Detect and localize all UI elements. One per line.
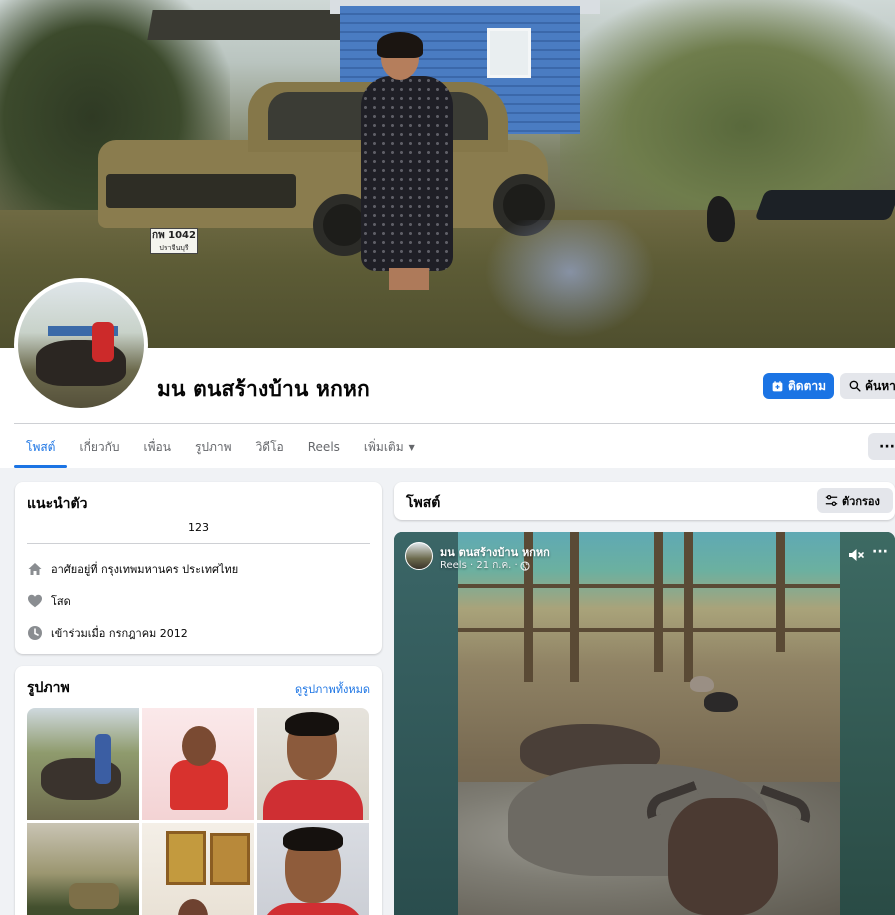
filter-icon [825, 495, 838, 506]
tab-label: เพิ่มเติม [363, 439, 404, 454]
photo-thumbnail[interactable] [142, 823, 254, 915]
reel-post[interactable]: มน ตนสร้างบ้าน หกหก Reels · 21 ก.ค. · ··… [394, 532, 895, 915]
tab-label: Reels [307, 440, 340, 454]
cover-house-window [487, 28, 531, 78]
posts-header-card: โพสต์ ตัวกรอง [394, 482, 895, 520]
reel-blur-right [840, 532, 895, 915]
intro-divider [27, 543, 370, 544]
joined-text: เข้าร่วมเมื่อ กรกฎาคม 2012 [51, 627, 188, 640]
tab-friends[interactable]: เพื่อน [132, 426, 183, 468]
globe-icon [520, 560, 530, 571]
tab-photos[interactable]: รูปภาพ [183, 426, 244, 468]
intro-bio: 123 [188, 521, 209, 534]
tab-reels[interactable]: Reels [296, 426, 352, 468]
cover-photo[interactable]: กพ 1042 ปราจีนบุรี [0, 0, 895, 348]
reel-bird [690, 676, 714, 692]
reel-meta: Reels · 21 ก.ค. · [440, 558, 530, 573]
plate-number: กพ 1042 [152, 230, 196, 241]
photo-thumbnail[interactable] [257, 708, 369, 820]
heart-icon [27, 593, 43, 609]
posts-title: โพสต์ [406, 495, 441, 511]
photos-card: รูปภาพ ดูรูปภาพทั้งหมด [15, 666, 382, 915]
relationship-text: โสด [51, 595, 71, 608]
cover-person [355, 32, 455, 291]
mute-icon[interactable] [847, 546, 865, 564]
search-icon [849, 380, 861, 392]
fence-post [570, 532, 579, 682]
tab-label: รูปภาพ [194, 439, 232, 454]
tab-about[interactable]: เกี่ยวกับ [67, 426, 131, 468]
tab-posts[interactable]: โพสต์ [14, 426, 68, 468]
profile-avatar[interactable] [14, 278, 148, 412]
intro-relationship: โสด [27, 592, 71, 610]
photo-thumbnail[interactable] [27, 823, 139, 915]
tab-label: เพื่อน [143, 439, 171, 454]
lives-in-text: อาศัยอยู่ที่ กรุงเทพมหานคร ประเทศไทย [51, 563, 239, 576]
cover-license-plate: กพ 1042 ปราจีนบุรี [150, 228, 198, 254]
photo-thumbnail[interactable] [257, 823, 369, 915]
photos-title: รูปภาพ [27, 680, 70, 696]
reel-video[interactable] [458, 532, 840, 915]
fence-post [776, 532, 785, 652]
profile-more-button[interactable]: ··· [868, 433, 895, 460]
see-all-photos-link[interactable]: ดูรูปภาพทั้งหมด [295, 680, 370, 698]
reel-more-button[interactable]: ··· [872, 544, 888, 560]
intro-joined: เข้าร่วมเมื่อ กรกฎาคม 2012 [27, 624, 188, 642]
reel-meta-text: Reels · 21 ก.ค. · [440, 560, 518, 571]
photo-thumbnail[interactable] [27, 708, 139, 820]
profile-name: มน ตนสร้างบ้าน หกหก [157, 377, 370, 401]
reel-buffalo-head [668, 798, 778, 915]
clock-icon [27, 625, 43, 641]
plate-province: ปราจีนบุรี [159, 244, 189, 252]
photo-thumbnail[interactable] [142, 708, 254, 820]
tab-label: เกี่ยวกับ [79, 439, 120, 454]
follow-icon [772, 380, 783, 391]
tab-label: โพสต์ [26, 439, 56, 454]
cover-tarp [754, 190, 895, 220]
follow-label: ติดตาม [787, 378, 827, 393]
profile-search-button[interactable]: ค้นหา [840, 373, 895, 399]
intro-card: แนะนำตัว 123 อาศัยอยู่ที่ กรุงเทพมหานคร … [15, 482, 382, 654]
reel-author-avatar[interactable] [405, 542, 433, 570]
follow-button[interactable]: ติดตาม [763, 373, 834, 399]
header-divider [14, 423, 895, 424]
search-label: ค้นหา [865, 378, 895, 393]
reel-bird [704, 692, 738, 712]
reel-blur-left [394, 532, 458, 915]
intro-title: แนะนำตัว [27, 496, 88, 512]
chevron-down-icon: ▼ [408, 442, 415, 452]
tab-more[interactable]: เพิ่มเติม ▼ [352, 426, 427, 468]
tab-videos[interactable]: วิดีโอ [244, 426, 296, 468]
intro-lives-in: อาศัยอยู่ที่ กรุงเทพมหานคร ประเทศไทย [27, 560, 238, 578]
cover-lens-flare [470, 220, 670, 348]
filter-label: ตัวกรอง [842, 494, 880, 508]
profile-tabs: โพสต์ เกี่ยวกับ เพื่อน รูปภาพ วิดีโอ Ree… [14, 426, 427, 468]
fence-post [654, 532, 663, 672]
home-icon [27, 561, 43, 577]
fence-rail [458, 584, 840, 588]
tab-label: วิดีโอ [255, 439, 284, 454]
fence-post [684, 532, 693, 682]
filter-button[interactable]: ตัวกรอง [817, 488, 893, 513]
fence-rail [458, 628, 840, 632]
